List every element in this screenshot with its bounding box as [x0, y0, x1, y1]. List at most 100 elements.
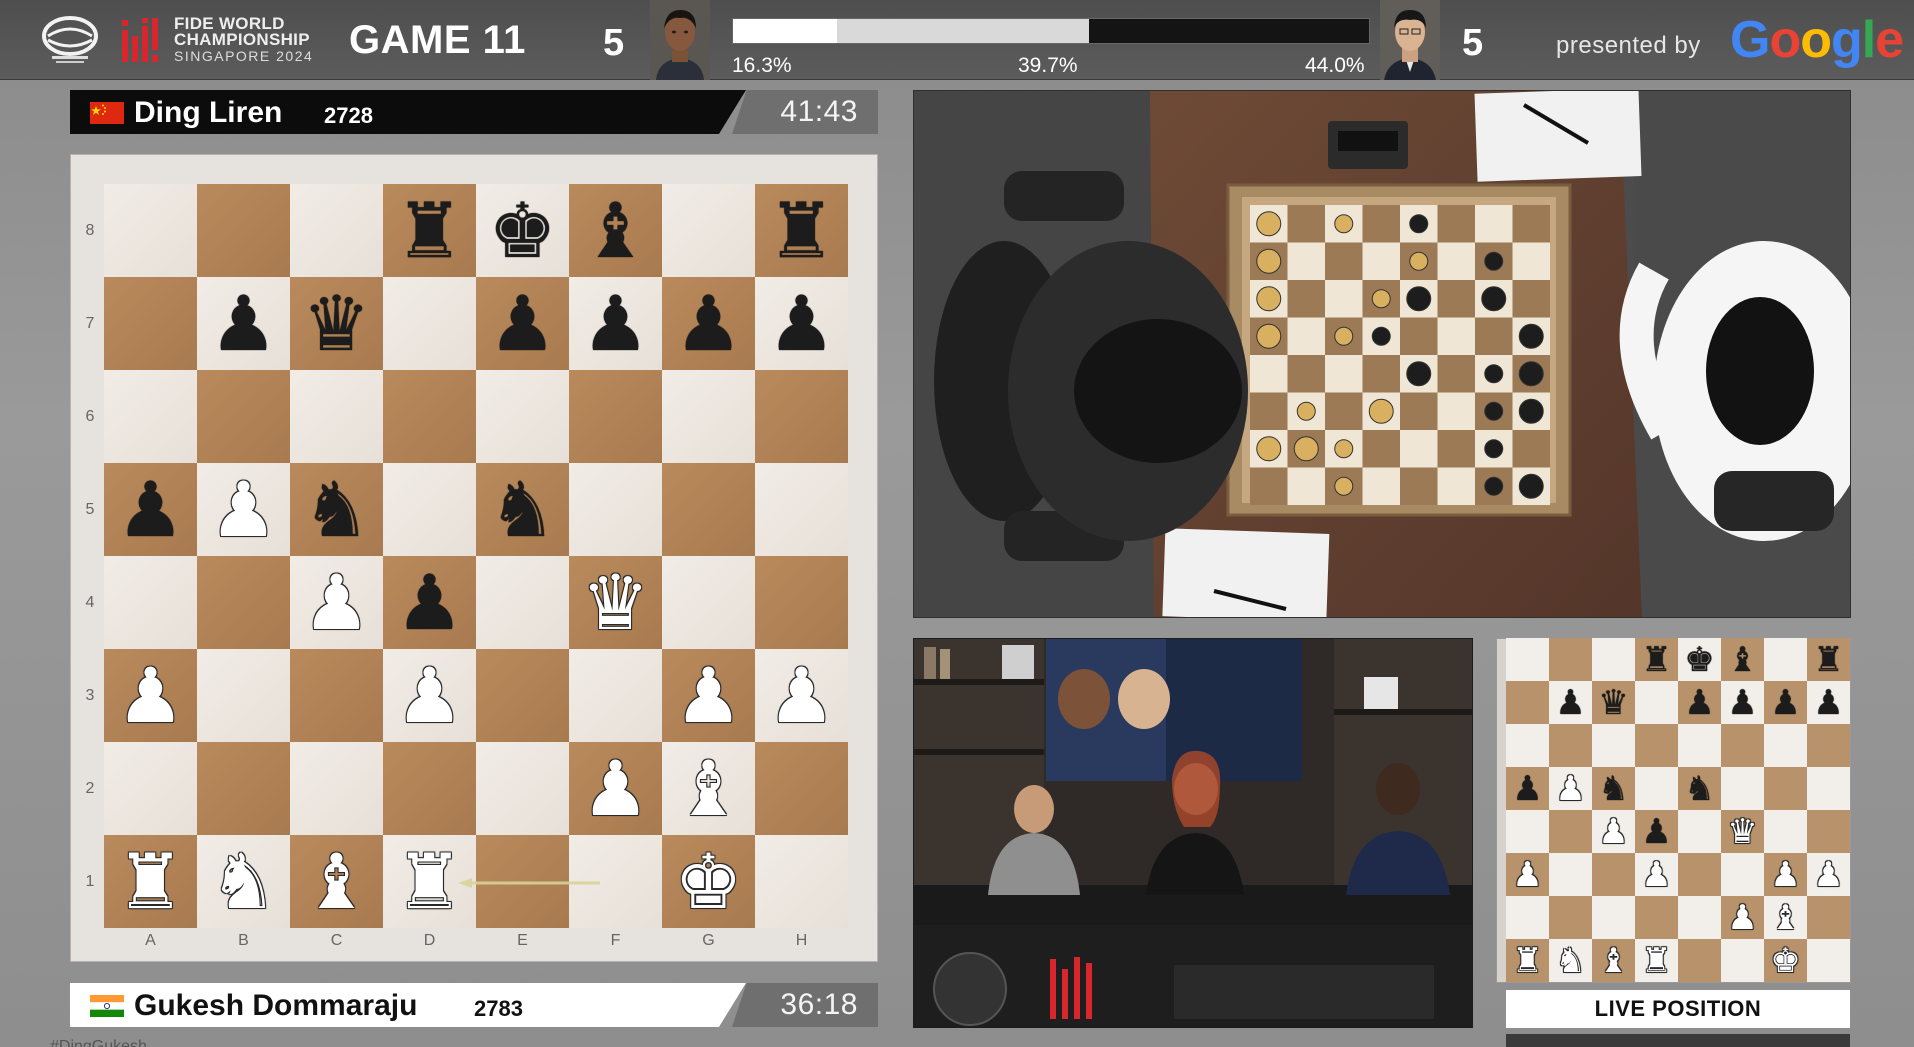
square-g4 — [1764, 810, 1807, 853]
square-e6 — [1678, 724, 1721, 767]
camera-piece — [1406, 286, 1432, 312]
camera-piece — [1256, 211, 1282, 237]
hashtag-text: #DingGukesh — [50, 1038, 147, 1047]
camera-piece — [1296, 401, 1316, 421]
square-a7 — [104, 277, 197, 370]
square-b4 — [197, 556, 290, 649]
studio-image — [914, 639, 1472, 1027]
square-e1 — [1678, 939, 1721, 982]
championship-title: FIDE WORLD CHAMPIONSHIP SINGAPORE 2024 — [174, 15, 313, 64]
camera-piece — [1368, 398, 1394, 424]
square-c7: ♛ — [290, 277, 383, 370]
square-a6 — [104, 370, 197, 463]
square-h8: ♜ — [1807, 638, 1850, 681]
square-h5 — [1807, 767, 1850, 810]
white-rook-icon: ♜ — [395, 836, 464, 926]
black-player-name: Ding Liren — [134, 96, 283, 129]
rank-label: 3 — [85, 686, 95, 704]
square-h4 — [755, 556, 848, 649]
square-e6 — [476, 370, 569, 463]
square-f3 — [569, 649, 662, 742]
square-f8: ♝ — [569, 184, 662, 277]
camera-piece — [1518, 323, 1544, 349]
black-pawn-icon: ♟ — [116, 464, 185, 554]
square-g8 — [1764, 638, 1807, 681]
square-a4 — [1506, 810, 1549, 853]
square-h2 — [755, 742, 848, 835]
camera-piece — [1518, 398, 1544, 424]
square-h1 — [1807, 939, 1850, 982]
black-pawn-icon: ♟ — [1684, 682, 1715, 723]
white-bishop-icon: ♝ — [1770, 897, 1801, 938]
rank-label: 2 — [85, 779, 95, 797]
white-player-rating: 2783 — [474, 996, 523, 1021]
black-king-icon: ♚ — [488, 185, 557, 275]
white-pawn-icon: ♟ — [1555, 768, 1586, 809]
black-player-namebox: Ding Liren 2728 — [70, 90, 746, 134]
white-pawn-icon: ♟ — [674, 650, 743, 740]
rank-labels: 8 7 6 5 4 3 2 1 — [80, 184, 100, 928]
file-label: H — [795, 932, 808, 949]
square-a8 — [104, 184, 197, 277]
square-g1: ♚ — [1764, 939, 1807, 982]
black-pawn-icon: ♟ — [1813, 682, 1844, 723]
square-c1: ♝ — [1592, 939, 1635, 982]
file-label: C — [330, 932, 343, 949]
square-d1: ♜ — [1635, 939, 1678, 982]
camera-piece — [1409, 214, 1429, 234]
square-f7: ♟ — [569, 277, 662, 370]
square-a3: ♟ — [1506, 853, 1549, 896]
file-label: F — [610, 932, 621, 949]
square-a8 — [1506, 638, 1549, 681]
square-f4: ♛ — [569, 556, 662, 649]
white-pawn-icon: ♟ — [302, 557, 371, 647]
black-pawn-icon: ♟ — [1512, 768, 1543, 809]
square-c2 — [1592, 896, 1635, 939]
square-c3 — [290, 649, 383, 742]
camera-piece — [1334, 214, 1354, 234]
square-f4: ♛ — [1721, 810, 1764, 853]
draw-segment — [836, 19, 1090, 43]
black-player-banner: Ding Liren 2728 41:43 — [70, 90, 878, 134]
white-knight-icon: ♞ — [209, 836, 278, 926]
square-e5: ♞ — [476, 463, 569, 556]
overhead-camera-feed — [913, 90, 1851, 618]
camera-piece — [1518, 473, 1544, 499]
square-f5 — [569, 463, 662, 556]
square-g7: ♟ — [1764, 681, 1807, 724]
square-e3 — [1678, 853, 1721, 896]
black-queen-icon: ♛ — [1598, 682, 1629, 723]
ding-avatar — [1380, 0, 1440, 80]
square-a6 — [1506, 724, 1549, 767]
india-flag-icon — [90, 995, 124, 1017]
file-label: B — [238, 932, 249, 949]
black-knight-icon: ♞ — [488, 464, 557, 554]
square-f6 — [569, 370, 662, 463]
square-e2 — [1678, 896, 1721, 939]
file-label: A — [145, 932, 156, 949]
white-pawn-icon: ♟ — [1641, 854, 1672, 895]
camera-piece — [1256, 436, 1282, 462]
black-rook-icon: ♜ — [1813, 639, 1844, 680]
sponsor-letter: G — [1730, 11, 1770, 69]
square-d3: ♟ — [1635, 853, 1678, 896]
white-pawn-icon: ♟ — [116, 650, 185, 740]
white-pawn-icon: ♟ — [1813, 854, 1844, 895]
white-player-namebox: Gukesh Dommaraju 2783 — [70, 983, 746, 1027]
sponsor-letter: e — [1875, 11, 1904, 69]
black-pawn-icon: ♟ — [674, 278, 743, 368]
square-d2 — [383, 742, 476, 835]
file-label: G — [702, 932, 715, 949]
square-h2 — [1807, 896, 1850, 939]
camera-piece — [1293, 436, 1319, 462]
square-f5 — [1721, 767, 1764, 810]
rank-label: 5 — [85, 500, 95, 518]
square-f2: ♟ — [1721, 896, 1764, 939]
black-clock: 41:43 — [780, 95, 858, 128]
black-queen-icon: ♛ — [302, 278, 371, 368]
square-a5: ♟ — [1506, 767, 1549, 810]
white-rook-icon: ♜ — [116, 836, 185, 926]
gukesh-avatar — [650, 0, 710, 80]
square-d4: ♟ — [383, 556, 476, 649]
square-g8 — [662, 184, 755, 277]
